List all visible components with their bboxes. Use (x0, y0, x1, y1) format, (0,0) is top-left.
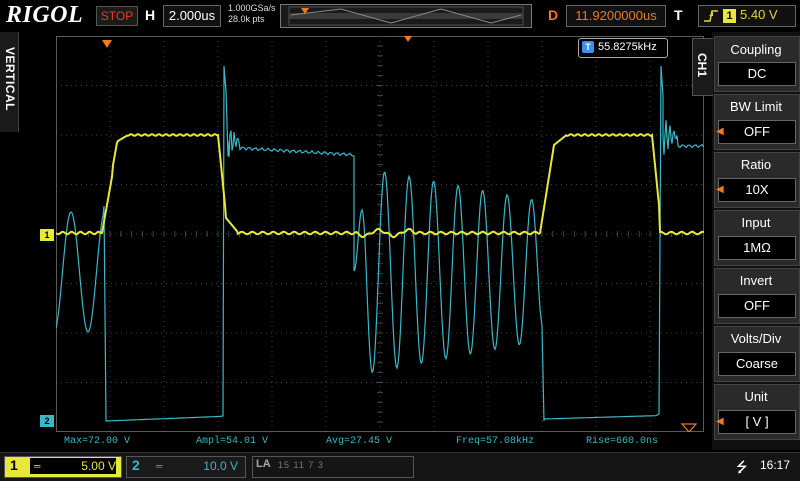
unit-value: [ V ] (718, 410, 796, 434)
coupling-title: Coupling (730, 42, 782, 57)
bw-limit-value: OFF (718, 120, 796, 144)
bw-limit-title: BW Limit (730, 99, 782, 114)
channel-1-number: 1 (10, 457, 18, 473)
waveform-display[interactable] (56, 36, 704, 432)
counter-icon: T (582, 41, 594, 53)
sample-rate-info: 1.000GSa/s 28.0k pts (228, 3, 276, 25)
frequency-counter-value: 55.8275kHz (598, 41, 657, 53)
input-title: Input (741, 215, 771, 230)
memory-bar-graphic (288, 6, 524, 26)
channel-2-scale: 10.0 V (203, 459, 238, 473)
volts-div-title: Volts/Div (730, 331, 782, 346)
channel-1-scale: 5.00 V (81, 459, 116, 473)
memory-depth: 28.0k pts (228, 14, 265, 24)
vertical-tab-label: VERTICAL (3, 47, 17, 111)
measurement-amplitude[interactable]: Ampl=54.01 V (196, 436, 268, 448)
measurement-average[interactable]: Avg=27.45 V (326, 436, 392, 448)
channel-1-ground-marker[interactable]: 1 (40, 229, 54, 241)
ch1-menu-tab-label: CH1 (695, 52, 709, 77)
ratio-value: 10X (718, 178, 796, 202)
usb-icon: ⭍ (736, 459, 748, 475)
measurement-frequency[interactable]: Freq=57.08kHz (456, 436, 534, 448)
trigger-level: 5.40 V (740, 7, 778, 22)
channel-2-number: 2 (132, 457, 140, 473)
memory-position-bar[interactable] (280, 4, 532, 28)
logic-analyzer-channels: 15 11 7 3 (278, 460, 324, 470)
delay-label: D (548, 7, 559, 23)
timebase-value[interactable]: 2.000us (163, 5, 221, 27)
volts-div-value: Coarse (718, 352, 796, 376)
trigger-source: 1 (726, 10, 733, 22)
brand-logo: RIGOL (6, 2, 84, 28)
triangle-left-icon: ◀ (716, 416, 724, 427)
system-clock: 16:17 (760, 458, 791, 472)
dc-coupling-icon: ═ (34, 461, 41, 471)
measurement-max[interactable]: Max=72.00 V (64, 436, 130, 448)
input-value: 1MΩ (718, 236, 796, 260)
triangle-left-icon: ◀ (716, 184, 724, 195)
invert-title: Invert (739, 273, 773, 288)
delay-value[interactable]: 11.9200000us (566, 5, 666, 27)
channel-2-ground-marker[interactable]: 2 (40, 415, 54, 427)
ratio-title: Ratio (740, 157, 772, 172)
invert-value: OFF (718, 294, 796, 318)
run-stop-indicator[interactable]: STOP (96, 6, 138, 26)
measurement-rise-time[interactable]: Rise=660.0ns (586, 436, 658, 448)
horizontal-label: H (145, 7, 156, 23)
coupling-value: DC (718, 62, 796, 86)
sample-rate: 1.000GSa/s (228, 3, 276, 13)
logic-analyzer-label: LA (256, 458, 271, 470)
triangle-left-icon: ◀ (716, 126, 724, 137)
trigger-label: T (674, 7, 683, 23)
unit-title: Unit (744, 389, 768, 404)
dc-coupling-icon: ═ (156, 461, 163, 471)
logic-analyzer-button[interactable] (252, 456, 414, 478)
